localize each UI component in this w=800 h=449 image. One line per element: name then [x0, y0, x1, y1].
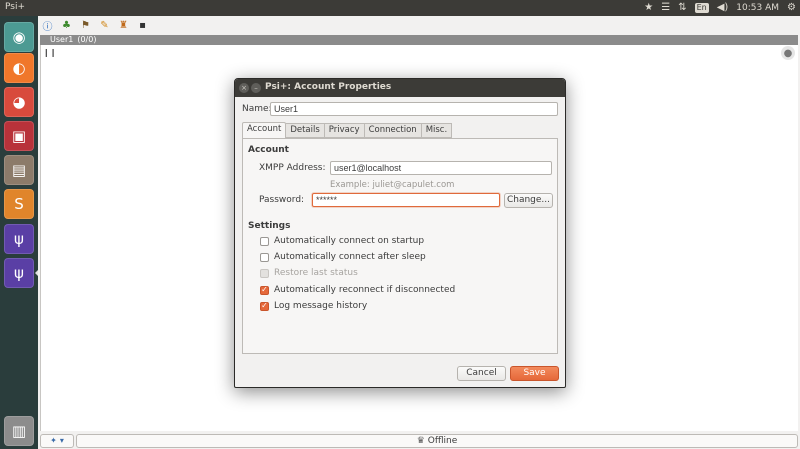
- main-menu-button[interactable]: ✦ ▾: [40, 433, 74, 448]
- tools-icon[interactable]: ✎: [98, 19, 111, 32]
- tab-misc[interactable]: Misc.: [421, 123, 453, 138]
- save-button[interactable]: Save: [510, 366, 559, 381]
- account-header[interactable]: User1 (0/0): [40, 35, 798, 45]
- tab-account[interactable]: Account: [242, 122, 287, 139]
- add-contact-icon[interactable]: ♣: [60, 19, 73, 32]
- checkbox[interactable]: [260, 236, 269, 246]
- checkbox-checked[interactable]: ✓: [260, 285, 269, 295]
- top-panel: Psi+ ★ ☰ ⇅ En ◀) 10:53 AM ⚙: [0, 0, 800, 16]
- checkbox: [260, 268, 269, 278]
- keyboard-layout-indicator[interactable]: En: [694, 3, 709, 13]
- psi-plus-active-icon[interactable]: ψ: [4, 258, 34, 288]
- bookmarks-icon[interactable]: ⚑: [79, 19, 92, 32]
- option-label: Restore last status: [274, 268, 358, 278]
- option-label: Automatically reconnect if disconnected: [274, 285, 456, 295]
- menu-icon[interactable]: ☰: [661, 0, 670, 16]
- option-label: Automatically connect after sleep: [274, 252, 426, 262]
- clock[interactable]: 10:53 AM: [736, 3, 779, 13]
- tab-details[interactable]: Details: [286, 123, 325, 138]
- firefox-icon[interactable]: ◐: [4, 53, 34, 83]
- psi-toolbar: ⓘ ♣ ⚑ ✎ ♜ ▪: [38, 16, 800, 34]
- option-restore-last-status: Restore last status: [260, 268, 358, 278]
- password-row: Password:: [259, 193, 500, 207]
- option-connect-startup[interactable]: Automatically connect on startup: [260, 236, 424, 246]
- tab-privacy[interactable]: Privacy: [324, 123, 365, 138]
- tab-connection[interactable]: Connection: [364, 123, 422, 138]
- pause-icon: ❙❙: [43, 48, 57, 57]
- bird-icon: ✦: [50, 436, 57, 445]
- option-label: Log message history: [274, 301, 368, 311]
- account-count: (0/0): [77, 35, 97, 44]
- option-connect-after-sleep[interactable]: Automatically connect after sleep: [260, 252, 426, 262]
- files-icon[interactable]: ▤: [4, 155, 34, 185]
- option-label: Automatically connect on startup: [274, 236, 425, 246]
- chevron-down-icon: ▾: [59, 436, 64, 445]
- account-tab-panel: Account XMPP Address: Example: juliet@ca…: [242, 138, 558, 354]
- dash-home-icon[interactable]: ◉: [4, 22, 34, 52]
- volume-icon[interactable]: ◀): [717, 0, 729, 16]
- avatar-icon[interactable]: ●: [781, 46, 795, 60]
- printer-icon[interactable]: ▪: [136, 19, 149, 32]
- settings-section-heading: Settings: [248, 221, 291, 231]
- offline-status-icon: ♛: [416, 435, 425, 446]
- settings-gear-icon[interactable]: ⚙: [787, 0, 796, 16]
- options-icon[interactable]: ♜: [117, 19, 130, 32]
- name-field[interactable]: [270, 102, 558, 116]
- minimize-icon[interactable]: –: [251, 83, 261, 93]
- name-label: Name:: [242, 104, 272, 114]
- dialog-titlebar[interactable]: × – Psi+: Account Properties: [235, 79, 565, 97]
- checkbox[interactable]: [260, 252, 269, 262]
- name-row: Name:: [242, 102, 558, 116]
- status-selector[interactable]: ♛ Offline: [76, 433, 798, 448]
- active-app-title: Psi+: [5, 2, 25, 12]
- xmpp-address-label: XMPP Address:: [259, 163, 326, 173]
- tab-bar: Account Details Privacy Connection Misc.: [242, 122, 453, 139]
- option-auto-reconnect[interactable]: ✓ Automatically reconnect if disconnecte…: [260, 285, 455, 295]
- system-tray: ★ ☰ ⇅ En ◀) 10:53 AM ⚙: [644, 0, 796, 16]
- sublime-text-icon[interactable]: S: [4, 189, 34, 219]
- account-section-heading: Account: [248, 145, 289, 155]
- status-bar: ✦ ▾ ♛ Offline: [40, 432, 798, 449]
- password-label: Password:: [259, 195, 305, 205]
- close-icon[interactable]: ×: [239, 83, 249, 93]
- option-log-history[interactable]: ✓ Log message history: [260, 301, 367, 311]
- tool-icon[interactable]: ▣: [4, 121, 34, 151]
- trash-icon[interactable]: ▥: [4, 416, 34, 446]
- change-password-button[interactable]: Change...: [504, 193, 553, 208]
- psi-plus-icon[interactable]: ψ: [4, 224, 34, 254]
- info-menu-icon[interactable]: ⓘ: [41, 19, 54, 33]
- account-properties-dialog: × – Psi+: Account Properties Name: Accou…: [234, 78, 566, 388]
- password-field[interactable]: [312, 193, 500, 207]
- status-label: Offline: [427, 435, 458, 446]
- xmpp-example-hint: Example: juliet@capulet.com: [330, 180, 455, 190]
- dialog-title: Psi+: Account Properties: [265, 82, 392, 92]
- network-icon[interactable]: ⇅: [678, 0, 686, 16]
- launcher: ◉ ◐ ◕ ▣ ▤ S ψ ψ ▥: [0, 16, 38, 449]
- star-icon[interactable]: ★: [644, 0, 653, 16]
- account-name: User1: [50, 35, 74, 44]
- xmpp-row: XMPP Address:: [259, 161, 552, 175]
- checkbox-checked[interactable]: ✓: [260, 301, 269, 311]
- cancel-button[interactable]: Cancel: [457, 366, 506, 381]
- xmpp-address-field[interactable]: [330, 161, 552, 175]
- chrome-beta-icon[interactable]: ◕: [4, 87, 34, 117]
